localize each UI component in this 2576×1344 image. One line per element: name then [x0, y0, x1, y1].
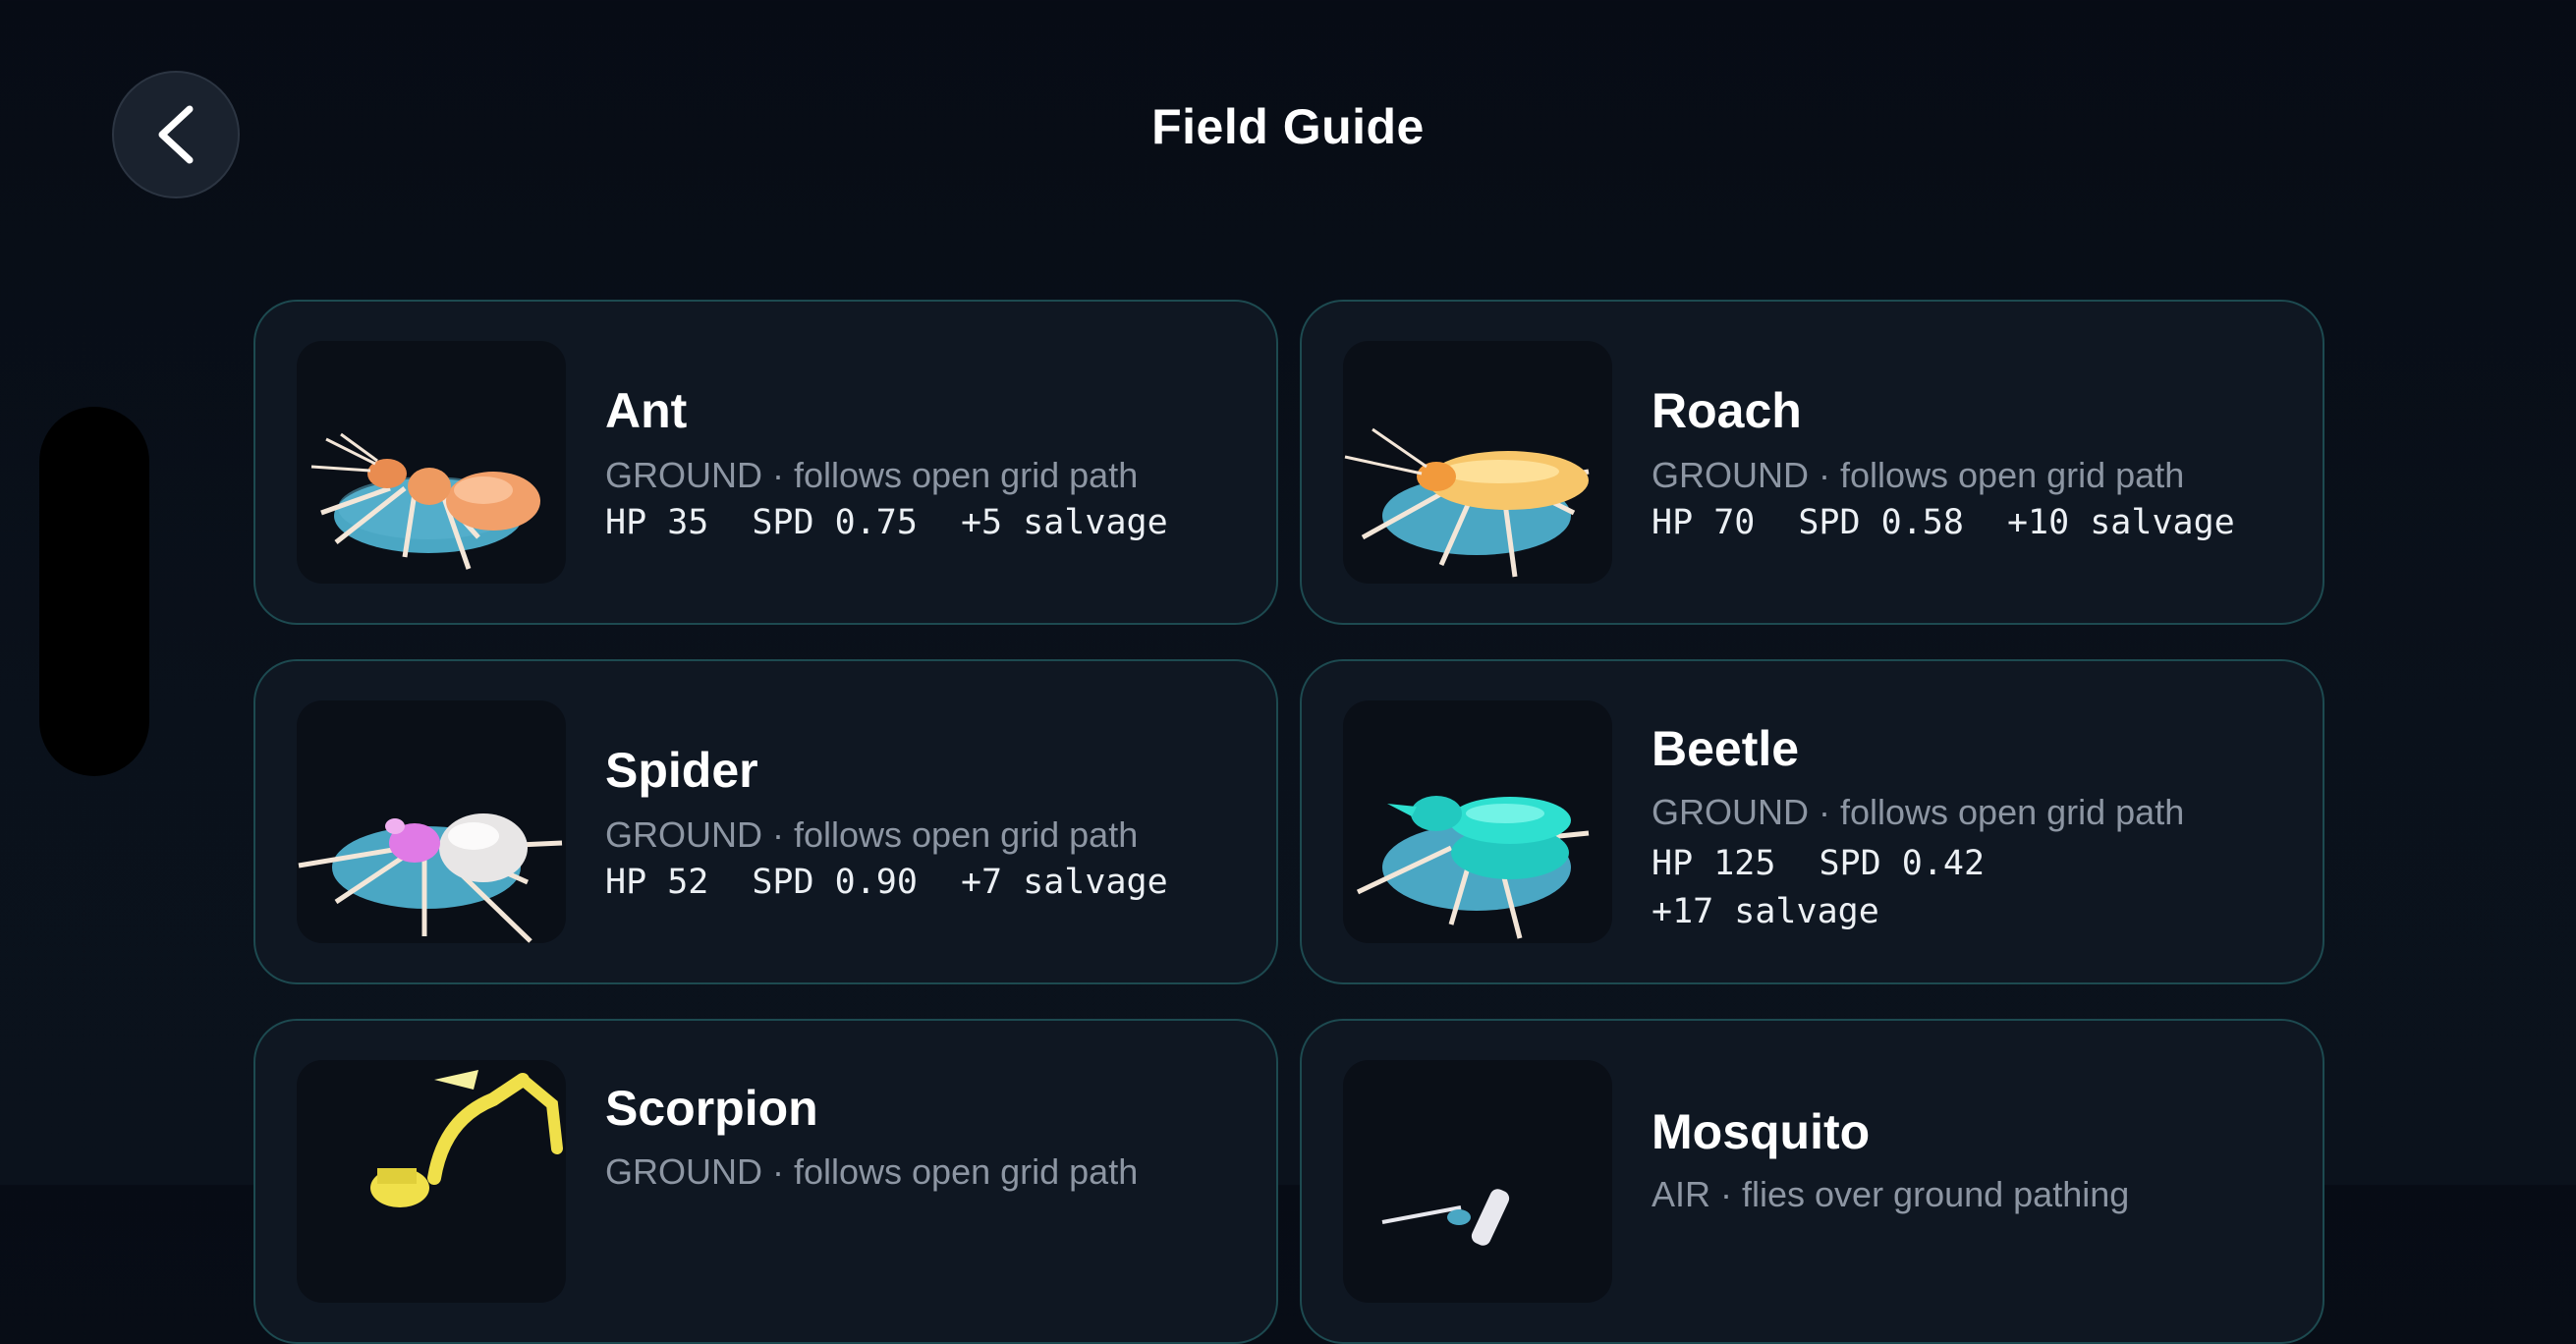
- salvage-stat: +17 salvage: [1652, 892, 1879, 931]
- creature-card-beetle[interactable]: Beetle GROUND · follows open grid path H…: [1300, 659, 2324, 984]
- creature-card-spider[interactable]: Spider GROUND · follows open grid path H…: [253, 659, 1278, 984]
- salvage-stat: +10 salvage: [2006, 503, 2235, 542]
- hp-stat: HP 125: [1652, 844, 1776, 883]
- spd-stat: SPD 0.75: [752, 503, 918, 542]
- creature-card-roach[interactable]: Roach GROUND · follows open grid path HP…: [1300, 300, 2324, 625]
- spd-stat: SPD 0.42: [1819, 844, 1986, 883]
- creature-stats: HP 35 SPD 0.75 +5 salvage: [605, 503, 1168, 542]
- page-title: Field Guide: [1151, 99, 1425, 154]
- creature-name: Ant: [605, 383, 688, 438]
- creature-type: GROUND · follows open grid path: [605, 1151, 1139, 1192]
- creature-stats: HP 125 SPD 0.42 +17 salvage: [1652, 840, 1985, 936]
- creature-type: GROUND · follows open grid path: [1652, 792, 2185, 832]
- creature-stats: HP 70 SPD 0.58 +10 salvage: [1652, 503, 2235, 542]
- creature-name: Spider: [605, 743, 758, 798]
- salvage-stat: +7 salvage: [960, 863, 1168, 902]
- ant-thumbnail: [297, 341, 566, 584]
- hp-stat: HP 52: [605, 863, 709, 902]
- creature-card-ant[interactable]: Ant GROUND · follows open grid path HP 3…: [253, 300, 1278, 625]
- creature-type: GROUND · follows open grid path: [605, 455, 1139, 495]
- creature-name: Scorpion: [605, 1081, 818, 1136]
- scorpion-thumbnail: [297, 1060, 566, 1303]
- creature-name: Beetle: [1652, 721, 1800, 776]
- creature-name: Mosquito: [1652, 1104, 1871, 1159]
- hp-stat: HP 35: [605, 503, 709, 542]
- creature-type: AIR · flies over ground pathing: [1652, 1174, 2130, 1214]
- beetle-thumbnail: [1343, 700, 1612, 943]
- creature-name: Roach: [1652, 383, 1802, 438]
- creature-stats: HP 52 SPD 0.90 +7 salvage: [605, 863, 1168, 902]
- spd-stat: SPD 0.90: [752, 863, 918, 902]
- creature-card-mosquito[interactable]: Mosquito AIR · flies over ground pathing: [1300, 1019, 2324, 1344]
- spider-thumbnail: [297, 700, 566, 943]
- salvage-stat: +5 salvage: [960, 503, 1168, 542]
- creature-type: GROUND · follows open grid path: [1652, 455, 2185, 495]
- creature-type: GROUND · follows open grid path: [605, 814, 1139, 855]
- mosquito-thumbnail: [1343, 1060, 1612, 1303]
- side-handle: [39, 407, 149, 776]
- creature-card-scorpion[interactable]: Scorpion GROUND · follows open grid path: [253, 1019, 1278, 1344]
- spd-stat: SPD 0.58: [1798, 503, 1964, 542]
- hp-stat: HP 70: [1652, 503, 1756, 542]
- roach-thumbnail: [1343, 341, 1612, 584]
